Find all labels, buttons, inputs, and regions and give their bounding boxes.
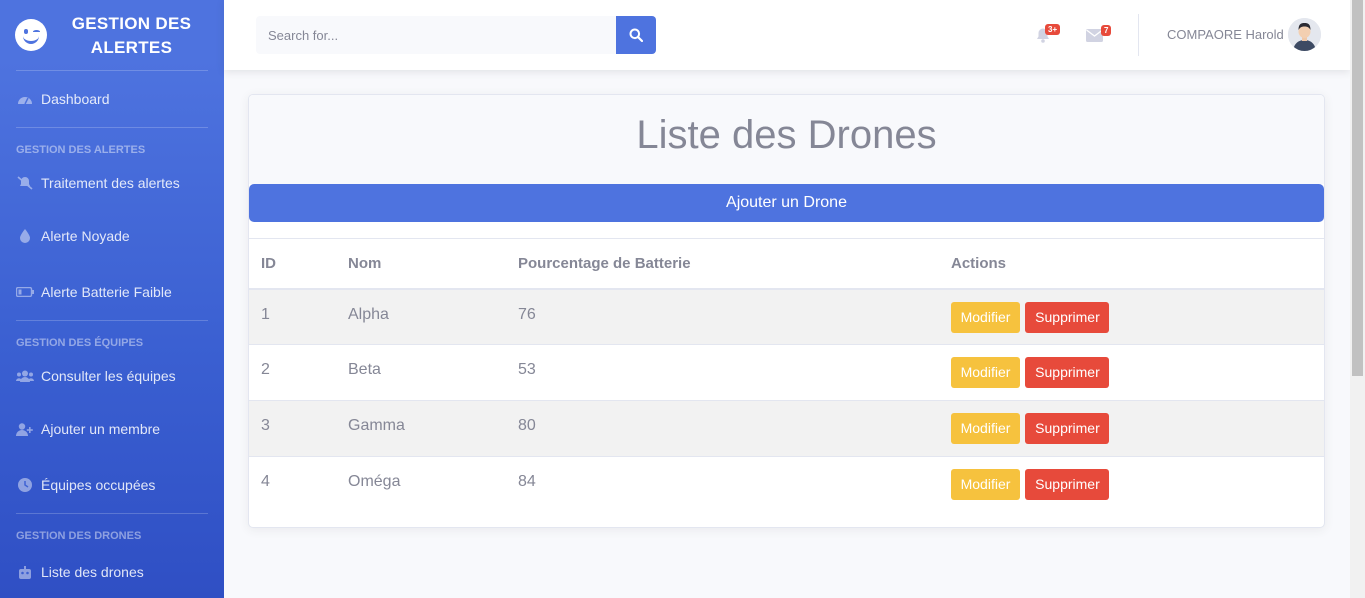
sidebar-item-label: Ajouter un membre xyxy=(41,421,161,437)
cell-id: 2 xyxy=(249,344,336,401)
cell-name: Alpha xyxy=(336,288,506,345)
search-icon xyxy=(629,28,643,42)
edit-button[interactable]: Modifier xyxy=(951,469,1020,500)
sidebar-item-consulter-equipes[interactable]: Consulter les équipes xyxy=(0,351,224,401)
drones-card: Liste des Drones Ajouter un Drone ID Nom… xyxy=(248,94,1325,528)
droplet-icon xyxy=(16,229,34,243)
sidebar-item-alerte-batterie[interactable]: Alerte Batterie Faible xyxy=(0,264,224,320)
cell-actions: Modifier Supprimer xyxy=(939,400,1324,457)
alerts-badge: 3+ xyxy=(1045,24,1061,35)
edit-button[interactable]: Modifier xyxy=(951,301,1020,333)
laugh-wink-icon xyxy=(15,19,47,51)
column-header-battery: Pourcentage de Batterie xyxy=(506,238,939,290)
cell-id: 3 xyxy=(249,400,336,457)
search-input[interactable] xyxy=(256,16,616,54)
topbar: 3+ 7 COMPAORE Harold xyxy=(224,0,1350,70)
sidebar-divider xyxy=(16,127,208,128)
cell-battery: 76 xyxy=(506,288,939,345)
sidebar-item-label: Liste des drones xyxy=(41,564,144,580)
user-name[interactable]: COMPAORE Harold xyxy=(1167,27,1284,42)
cell-id: 1 xyxy=(249,288,336,345)
cell-name: Oméga xyxy=(336,456,506,513)
battery-low-icon xyxy=(16,285,34,299)
bell-slash-icon xyxy=(16,176,34,190)
alerts-dropdown[interactable]: 3+ xyxy=(1035,24,1061,46)
delete-button[interactable]: Supprimer xyxy=(1025,301,1110,333)
cell-battery: 80 xyxy=(506,400,939,457)
messages-badge: 7 xyxy=(1101,25,1112,36)
cell-actions: Modifier Supprimer xyxy=(939,344,1324,401)
search-button[interactable] xyxy=(616,16,656,54)
topbar-divider xyxy=(1138,14,1139,56)
page-title: Liste des Drones xyxy=(636,113,937,157)
sidebar-divider xyxy=(16,320,208,321)
cell-battery: 53 xyxy=(506,344,939,401)
sidebar-item-liste-drones[interactable]: Liste des drones xyxy=(0,544,224,594)
user-plus-icon xyxy=(16,422,34,436)
cell-actions: Modifier Supprimer xyxy=(939,288,1324,345)
cell-name: Beta xyxy=(336,344,506,401)
sidebar-item-ajouter-membre[interactable]: Ajouter un membre xyxy=(0,401,224,457)
sidebar-item-equipes-occupees[interactable]: Équipes occupées xyxy=(0,457,224,513)
sidebar: GESTION DES ALERTES Dashboard GESTION DE… xyxy=(0,0,224,598)
column-header-id: ID xyxy=(249,238,336,290)
delete-button[interactable]: Supprimer xyxy=(1025,357,1110,388)
page-scrollbar[interactable] xyxy=(1350,0,1365,598)
sidebar-item-label: Équipes occupées xyxy=(41,477,156,493)
table-row: 2 Beta 53 Modifier Supprimer xyxy=(249,344,1324,401)
sidebar-item-label: Traitement des alertes xyxy=(41,175,180,191)
users-icon xyxy=(16,369,34,383)
sidebar-item-label: Dashboard xyxy=(41,91,110,107)
brand-title: GESTION DES ALERTES xyxy=(71,14,192,57)
add-drone-button[interactable]: Ajouter un Drone xyxy=(249,184,1324,222)
drones-table: ID Nom Pourcentage de Batterie Actions 1… xyxy=(249,238,1324,513)
avatar[interactable] xyxy=(1288,18,1321,51)
cell-actions: Modifier Supprimer xyxy=(939,456,1324,513)
column-header-actions: Actions xyxy=(939,238,1324,290)
sidebar-brand[interactable]: GESTION DES ALERTES xyxy=(0,0,224,70)
sidebar-item-dashboard[interactable]: Dashboard xyxy=(0,71,224,127)
sidebar-item-alerte-noyade[interactable]: Alerte Noyade xyxy=(0,208,224,264)
tachometer-icon xyxy=(16,92,34,106)
robot-icon xyxy=(16,565,34,579)
cell-battery: 84 xyxy=(506,456,939,513)
card-header: Liste des Drones xyxy=(249,95,1324,184)
sidebar-divider xyxy=(16,513,208,514)
edit-button[interactable]: Modifier xyxy=(951,357,1020,388)
sidebar-item-label: Consulter les équipes xyxy=(41,368,176,384)
cell-id: 4 xyxy=(249,456,336,513)
sidebar-item-label: Alerte Batterie Faible xyxy=(41,284,172,300)
table-row: 4 Oméga 84 Modifier Supprimer xyxy=(249,456,1324,513)
delete-button[interactable]: Supprimer xyxy=(1025,469,1110,500)
table-row: 1 Alpha 76 Modifier Supprimer xyxy=(249,288,1324,345)
delete-button[interactable]: Supprimer xyxy=(1025,413,1110,444)
messages-dropdown[interactable]: 7 xyxy=(1086,25,1112,45)
search-form xyxy=(256,16,656,54)
edit-button[interactable]: Modifier xyxy=(951,413,1020,444)
column-header-name: Nom xyxy=(336,238,506,290)
scrollbar-thumb[interactable] xyxy=(1352,0,1363,376)
sidebar-item-label: Alerte Noyade xyxy=(41,228,130,244)
table-row: 3 Gamma 80 Modifier Supprimer xyxy=(249,400,1324,457)
sidebar-item-traitement-alertes[interactable]: Traitement des alertes xyxy=(0,158,224,208)
clock-icon xyxy=(16,478,34,492)
table-header-row: ID Nom Pourcentage de Batterie Actions xyxy=(249,238,1324,290)
cell-name: Gamma xyxy=(336,400,506,457)
